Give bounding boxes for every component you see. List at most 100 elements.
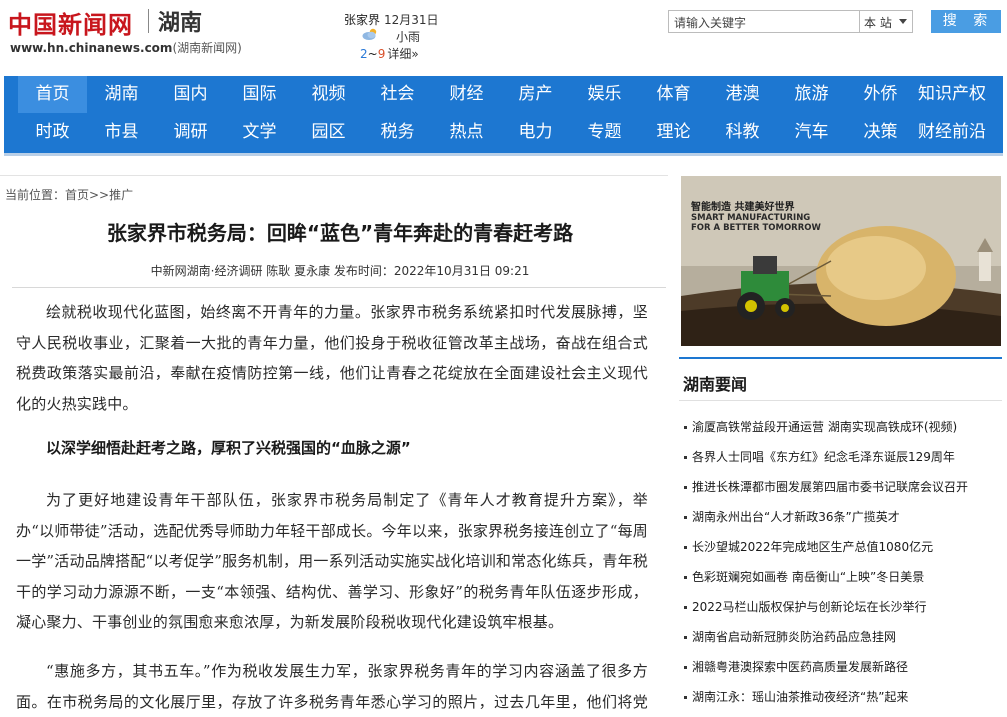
sidebar-news-link[interactable]: 色彩斑斓宛如画卷 南岳衡山“上映”冬日美景 bbox=[692, 570, 924, 584]
bullet-icon bbox=[684, 516, 687, 519]
sidebar-news-link[interactable]: 2022马栏山版权保护与创新论坛在长沙举行 bbox=[692, 600, 927, 614]
weather-city: 张家界 bbox=[344, 13, 381, 27]
nav-item[interactable]: 汽车 bbox=[777, 114, 846, 151]
sidebar-news-link[interactable]: 推进长株潭都市圈发展第四届市委书记联席会议召开 bbox=[692, 480, 968, 494]
weather-temp: 2~9 详细» bbox=[360, 45, 419, 62]
nav-item[interactable]: 首页 bbox=[18, 76, 87, 113]
site-logo[interactable]: 中国新闻网 湖南 www.hn.chinanews.com(湖南新闻网) bbox=[8, 5, 242, 55]
article-meta: 中新网湖南·经济调研 陈耿 夏永康 发布时间：2022年10月31日 09:21 bbox=[150, 264, 530, 278]
logo-url: www.hn.chinanews.com(湖南新闻网) bbox=[10, 39, 242, 56]
nav-item[interactable]: 娱乐 bbox=[570, 76, 639, 113]
ad-subline-1: SMART MANUFACTURING bbox=[691, 213, 811, 223]
nav-item[interactable]: 体育 bbox=[639, 76, 708, 113]
nav-item[interactable]: 电力 bbox=[501, 114, 570, 151]
sidebar-news-item[interactable]: 长沙望城2022年完成地区生产总值1080亿元 bbox=[680, 532, 1002, 562]
weather-temp-low: 2 bbox=[360, 47, 368, 61]
weather-more-link[interactable]: 详细» bbox=[387, 47, 418, 61]
nav-item[interactable]: 市县 bbox=[87, 114, 156, 151]
nav-item[interactable]: 热点 bbox=[432, 114, 501, 151]
breadcrumb: 当前位置：首页>>推广 bbox=[5, 188, 134, 202]
article-paragraph-1: 绘就税收现代化蓝图，始终离不开青年的力量。张家界市税务系统紧扣时代发展脉搏，坚守… bbox=[16, 303, 648, 413]
bullet-icon bbox=[684, 576, 687, 579]
weather-desc: 小雨 bbox=[396, 30, 421, 44]
nav-item[interactable]: 专题 bbox=[570, 114, 639, 151]
article-title: 张家界市税务局：回眸“蓝色”青年奔赴的青春赶考路 bbox=[106, 221, 574, 245]
nav-item[interactable]: 国际 bbox=[225, 76, 294, 113]
sidebar-news-item[interactable]: 湖南永州出台“人才新政36条”广揽英才 bbox=[680, 502, 1002, 532]
nav-item[interactable]: 税务 bbox=[363, 114, 432, 151]
chevron-down-icon bbox=[899, 19, 907, 24]
nav-item[interactable]: 知识产权 bbox=[911, 76, 993, 113]
bullet-icon bbox=[684, 426, 687, 429]
article-divider bbox=[12, 287, 666, 288]
weather-widget: 张家界 12月31日 小雨 2~9 详细» bbox=[340, 11, 460, 61]
nav-item[interactable]: 财经前沿 bbox=[911, 114, 993, 151]
search-input[interactable]: 请输入关键字 bbox=[668, 10, 860, 33]
logo-separator bbox=[148, 9, 149, 33]
nav-item[interactable]: 理论 bbox=[639, 114, 708, 151]
nav-item[interactable]: 科教 bbox=[708, 114, 777, 151]
weather-temp-high: 9 bbox=[377, 47, 386, 61]
nav-item[interactable]: 财经 bbox=[432, 76, 501, 113]
weather-date: 12月31日 bbox=[384, 13, 439, 27]
cloud-rain-icon bbox=[362, 28, 377, 40]
sidebar-heading-label: 湖南要闻 bbox=[683, 375, 748, 394]
article-paragraph-2: 为了更好地建设青年干部队伍，张家界市税务局制定了《青年人才教育提升方案》，举办“… bbox=[16, 491, 648, 631]
bullet-icon bbox=[684, 486, 687, 489]
sidebar-news-item[interactable]: 渝厦高铁常益段开通运营 湖南实现高铁成环(视频) bbox=[680, 412, 1002, 442]
ad-banner[interactable]: 智能制造 共建美好世界 SMART MANUFACTURING FOR A BE… bbox=[681, 176, 1001, 346]
sidebar-news-link[interactable]: 湖南省启动新冠肺炎防治药品应急挂网 bbox=[692, 630, 896, 644]
article-subheading: 以深学细悟赴赶考之路，厚积了兴税强国的“血脉之源” bbox=[46, 439, 411, 457]
bullet-icon bbox=[684, 546, 687, 549]
search-scope-value: 本 站 bbox=[864, 16, 892, 30]
nav-item[interactable]: 港澳 bbox=[708, 76, 777, 113]
sidebar-news-item[interactable]: 湖南江永：瑶山油茶推动夜经济“热”起来 bbox=[680, 682, 1002, 712]
sidebar-news-link[interactable]: 渝厦高铁常益段开通运营 湖南实现高铁成环(视频) bbox=[692, 420, 957, 434]
sidebar-news-link[interactable]: 长沙望城2022年完成地区生产总值1080亿元 bbox=[692, 540, 933, 554]
sidebar-news-link[interactable]: 各界人士同唱《东方红》纪念毛泽东诞辰129周年 bbox=[692, 450, 955, 464]
bullet-icon bbox=[684, 636, 687, 639]
nav-item[interactable]: 外侨 bbox=[846, 76, 915, 113]
sidebar-news-link[interactable]: 湖南永州出台“人才新政36条”广揽英才 bbox=[692, 510, 900, 524]
weather-temp-sep: ~ bbox=[367, 47, 378, 61]
logo-main-text: 中国新闻网 bbox=[8, 10, 133, 39]
nav-item[interactable]: 决策 bbox=[846, 114, 915, 151]
bullet-icon bbox=[684, 696, 687, 699]
logo-region-text: 湖南 bbox=[158, 11, 203, 36]
nav-row-1: 首页 湖南 国内 国际 视频 社会 财经 房产 娱乐 体育 港澳 旅游 外侨 知识产权 bbox=[18, 76, 1003, 114]
ad-subline-2: FOR A BETTER TOMORROW bbox=[691, 223, 821, 233]
nav-item[interactable]: 视频 bbox=[294, 76, 363, 113]
nav-item[interactable]: 房产 bbox=[501, 76, 570, 113]
content-top-divider bbox=[0, 175, 668, 176]
logo-url-sub: (湖南新闻网) bbox=[172, 41, 242, 55]
search-scope-select[interactable]: 本 站 bbox=[859, 10, 913, 33]
ad-headline: 智能制造 共建美好世界 bbox=[691, 202, 795, 213]
nav-item[interactable]: 园区 bbox=[294, 114, 363, 151]
article-paragraph-3: “惠施多方，其书五车。”作为税收发展生力军，张家界税务青年的学习内容涵盖了很多方… bbox=[16, 662, 648, 711]
sidebar-news-item[interactable]: 各界人士同唱《东方红》纪念毛泽东诞辰129周年 bbox=[680, 442, 1002, 472]
sidebar-news-item[interactable]: 湘赣粤港澳探索中医药高质量发展新路径 bbox=[680, 652, 1002, 682]
sidebar-news-item[interactable]: 湖南省启动新冠肺炎防治药品应急挂网 bbox=[680, 622, 1002, 652]
logo-url-domain: www.hn.chinanews.com bbox=[10, 41, 173, 55]
search-button[interactable]: 搜 索 bbox=[931, 10, 1001, 33]
sidebar-news-link[interactable]: 湘赣粤港澳探索中医药高质量发展新路径 bbox=[692, 660, 908, 674]
sidebar-news-item[interactable]: 2022马栏山版权保护与创新论坛在长沙举行 bbox=[680, 592, 1002, 622]
nav-item[interactable]: 时政 bbox=[18, 114, 87, 151]
sidebar-news-list: 渝厦高铁常益段开通运营 湖南实现高铁成环(视频) 各界人士同唱《东方红》纪念毛泽东… bbox=[680, 412, 1002, 712]
bullet-icon bbox=[684, 666, 687, 669]
nav-item[interactable]: 调研 bbox=[156, 114, 225, 151]
bullet-icon bbox=[684, 606, 687, 609]
bullet-icon bbox=[684, 456, 687, 459]
nav-item[interactable]: 社会 bbox=[363, 76, 432, 113]
nav-item[interactable]: 旅游 bbox=[777, 76, 846, 113]
nav-item[interactable]: 文学 bbox=[225, 114, 294, 151]
nav-item[interactable]: 湖南 bbox=[87, 76, 156, 113]
nav-row-2: 时政 市县 调研 文学 园区 税务 热点 电力 专题 理论 科教 汽车 决策 财经前沿 bbox=[18, 114, 1003, 152]
sidebar-heading: 湖南要闻 bbox=[679, 357, 1002, 401]
sidebar-news-item[interactable]: 推进长株潭都市圈发展第四届市委书记联席会议召开 bbox=[680, 472, 1002, 502]
site-header: 中国新闻网 湖南 www.hn.chinanews.com(湖南新闻网) 张家界… bbox=[0, 0, 1007, 76]
sidebar-news-item[interactable]: 色彩斑斓宛如画卷 南岳衡山“上映”冬日美景 bbox=[680, 562, 1002, 592]
main-nav: 首页 湖南 国内 国际 视频 社会 财经 房产 娱乐 体育 港澳 旅游 外侨 知识产权 时政 市县 调研 文学园… bbox=[4, 76, 1003, 156]
nav-item[interactable]: 国内 bbox=[156, 76, 225, 113]
sidebar-news-link[interactable]: 湖南江永：瑶山油茶推动夜经济“热”起来 bbox=[692, 690, 908, 704]
